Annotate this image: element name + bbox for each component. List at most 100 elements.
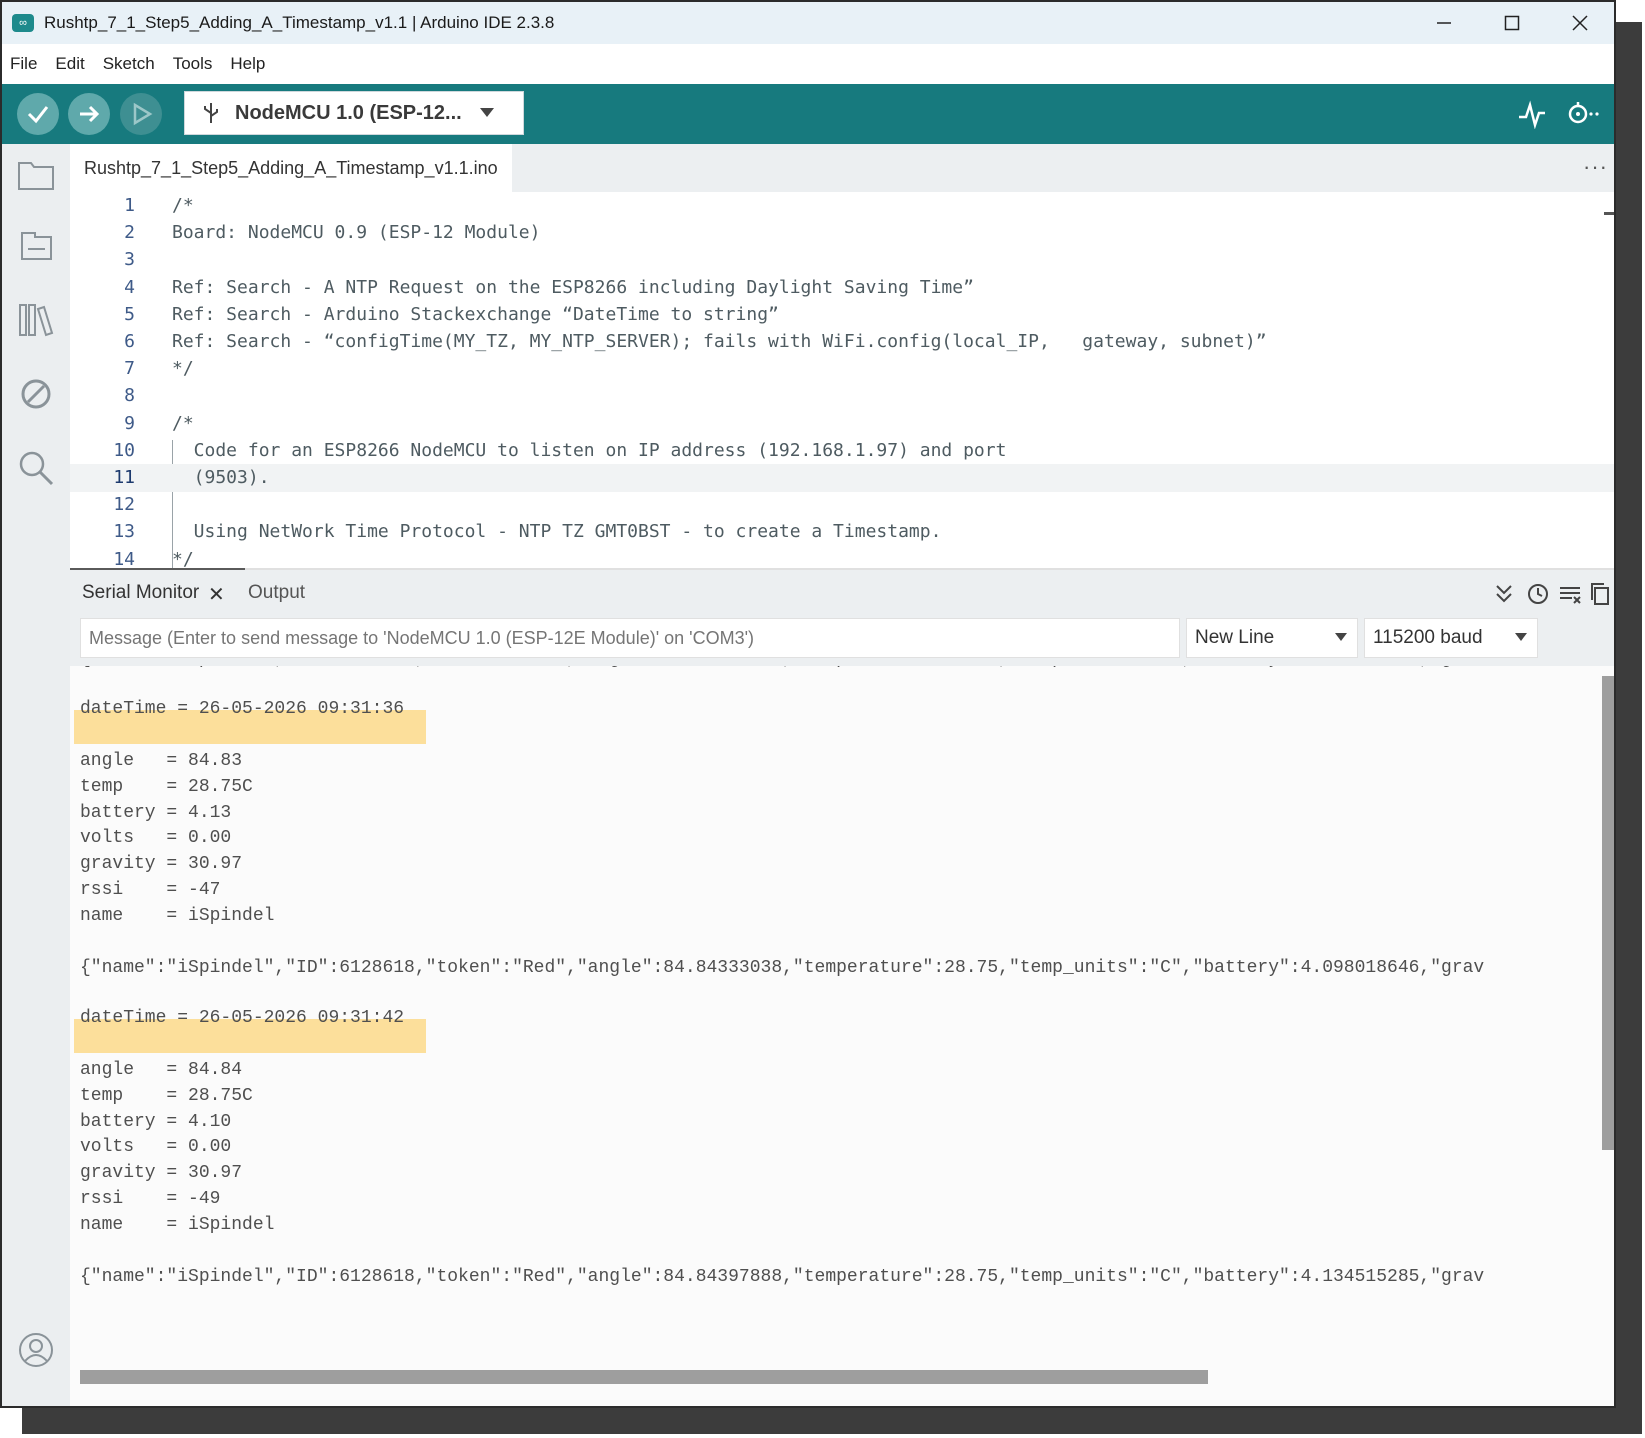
line-number: 9: [124, 412, 135, 434]
output-vertical-scrollbar[interactable]: [1602, 676, 1614, 1150]
code-line[interactable]: 7 */: [70, 355, 1614, 383]
clear-output-button[interactable]: [1556, 580, 1584, 608]
autoscroll-button[interactable]: [1490, 580, 1518, 608]
tab-serial-monitor[interactable]: Serial Monitor: [82, 582, 199, 604]
line-number: 12: [113, 494, 135, 516]
close-button[interactable]: [1546, 2, 1614, 44]
menu-tools[interactable]: Tools: [173, 54, 213, 74]
code-line[interactable]: 8: [70, 382, 1614, 410]
code-line[interactable]: 13 Using NetWork Time Protocol - NTP TZ …: [70, 518, 1614, 546]
baud-rate-value: 115200 baud: [1373, 627, 1483, 648]
code-line[interactable]: 1 /*: [70, 192, 1614, 220]
value-line: gravity = 30.97: [80, 854, 243, 874]
serial-monitor-button[interactable]: [1564, 98, 1600, 130]
line-number: 3: [124, 249, 135, 271]
menu-help[interactable]: Help: [230, 54, 265, 74]
value-line: temp = 28.75C: [80, 777, 253, 797]
serial-output: {"name":"iSpindel","ID":6128618,"token":…: [70, 666, 1614, 1406]
editor-tab-bar: Rushtp_7_1_Step5_Adding_A_Timestamp_v1.1…: [70, 144, 1614, 192]
datetime-line: dateTime = 26-05-2026 09:31:36: [80, 699, 405, 719]
value-line: rssi = -49: [80, 1189, 221, 1209]
value-line: gravity = 30.97: [80, 1163, 243, 1183]
copy-icon: [1591, 583, 1609, 605]
no-entry-icon: [21, 379, 51, 409]
serial-message-input[interactable]: [80, 618, 1180, 658]
code-line[interactable]: 4 Ref: Search - A NTP Request on the ESP8…: [70, 274, 1614, 302]
chevron-down-icon: [1515, 633, 1527, 641]
serial-input-row: New Line 115200 baud: [70, 618, 1614, 666]
code-editor[interactable]: 1 /* 2 Board: NodeMCU 0.9 (ESP-12 Module) 3 4…: [70, 192, 1614, 568]
debug-button[interactable]: [120, 93, 162, 135]
account-button[interactable]: [16, 1330, 56, 1370]
maximize-icon: [1504, 15, 1520, 31]
line-ending-select[interactable]: New Line: [1186, 618, 1358, 658]
tab-output[interactable]: Output: [248, 582, 305, 604]
checkmark-icon: [27, 106, 49, 124]
code-text: */: [172, 548, 194, 568]
copy-output-button[interactable]: [1586, 580, 1614, 608]
arduino-logo-icon: ∞: [12, 14, 34, 32]
verify-button[interactable]: [17, 93, 59, 135]
close-serial-monitor-icon[interactable]: ✕: [208, 582, 225, 607]
library-icon: [19, 304, 54, 337]
chevron-down-icon: [479, 108, 494, 117]
timestamp-toggle-button[interactable]: [1524, 580, 1552, 608]
file-tab[interactable]: Rushtp_7_1_Step5_Adding_A_Timestamp_v1.1…: [70, 144, 512, 192]
arrow-right-icon: [80, 105, 100, 123]
boards-manager-button[interactable]: [16, 226, 56, 266]
code-text: Board: NodeMCU 0.9 (ESP-12 Module): [172, 222, 541, 244]
code-line[interactable]: 2 Board: NodeMCU 0.9 (ESP-12 Module): [70, 219, 1614, 247]
serial-plotter-icon: [1519, 100, 1545, 129]
code-line[interactable]: 12: [70, 491, 1614, 519]
library-manager-button[interactable]: [16, 300, 56, 340]
file-tab-label: Rushtp_7_1_Step5_Adding_A_Timestamp_v1.1…: [84, 157, 498, 178]
minimize-button[interactable]: [1410, 2, 1478, 44]
board-selector[interactable]: NodeMCU 1.0 (ESP-12...: [184, 91, 524, 135]
code-text: Ref: Search - Arduino Stackexchange “Dat…: [172, 303, 779, 325]
code-line[interactable]: 3: [70, 246, 1614, 274]
line-number: 7: [124, 358, 135, 380]
value-line: battery = 4.10: [80, 1112, 232, 1132]
code-line[interactable]: 5 Ref: Search - Arduino Stackexchange “Da…: [70, 301, 1614, 329]
activity-sidebar: [2, 144, 70, 1406]
board-name: NodeMCU 1.0 (ESP-12...: [235, 101, 462, 124]
output-horizontal-scrollbar[interactable]: [80, 1370, 1208, 1384]
clock-icon: [1528, 584, 1548, 604]
serial-plotter-button[interactable]: [1514, 98, 1550, 130]
line-number: 4: [124, 276, 135, 298]
menu-file[interactable]: File: [10, 54, 37, 74]
sketchbook-button[interactable]: [16, 154, 56, 194]
upload-button[interactable]: [68, 93, 110, 135]
close-icon: [1572, 15, 1588, 31]
code-text: */: [172, 358, 194, 380]
code-line[interactable]: 10 Code for an ESP8266 NodeMCU to listen…: [70, 437, 1614, 465]
code-line[interactable]: 11 (9503).: [70, 464, 1614, 492]
more-actions-button[interactable]: ···: [1583, 154, 1608, 180]
json-line: {"name":"iSpindel","ID":6128618,"token":…: [80, 666, 1484, 672]
code-line[interactable]: 14 */: [70, 546, 1614, 568]
value-line: volts = 0.00: [80, 828, 232, 848]
code-text: Using NetWork Time Protocol - NTP TZ GMT…: [172, 521, 942, 543]
menu-sketch[interactable]: Sketch: [103, 54, 155, 74]
line-number: 11: [113, 467, 135, 488]
search-icon: [19, 451, 54, 486]
window-title: Rushtp_7_1_Step5_Adding_A_Timestamp_v1.1…: [44, 13, 555, 32]
baud-rate-select[interactable]: 115200 baud: [1364, 618, 1538, 658]
value-line: battery = 4.13: [80, 803, 232, 823]
code-line[interactable]: 9 /*: [70, 410, 1614, 438]
value-line: volts = 0.00: [80, 1137, 232, 1157]
line-ending-value: New Line: [1195, 627, 1275, 648]
debug-panel-button[interactable]: [16, 374, 56, 414]
search-button[interactable]: [16, 448, 56, 488]
maximize-button[interactable]: [1478, 2, 1546, 44]
json-line: {"name":"iSpindel","ID":6128618,"token":…: [80, 1267, 1485, 1287]
json-line: {"name":"iSpindel","ID":6128618,"token":…: [80, 958, 1485, 978]
menu-bar: File Edit Sketch Tools Help: [2, 44, 1614, 84]
code-text: Ref: Search - “configTime(MY_TZ, MY_NTP_…: [172, 331, 1267, 352]
title-bar: ∞ Rushtp_7_1_Step5_Adding_A_Timestamp_v1…: [2, 2, 1614, 44]
menu-edit[interactable]: Edit: [55, 54, 84, 74]
usb-icon: [204, 103, 218, 123]
code-line[interactable]: 6 Ref: Search - “configTime(MY_TZ, MY_NTP…: [70, 328, 1614, 356]
value-line: temp = 28.75C: [80, 1086, 253, 1106]
datetime-line: dateTime = 26-05-2026 09:31:42: [80, 1008, 405, 1028]
